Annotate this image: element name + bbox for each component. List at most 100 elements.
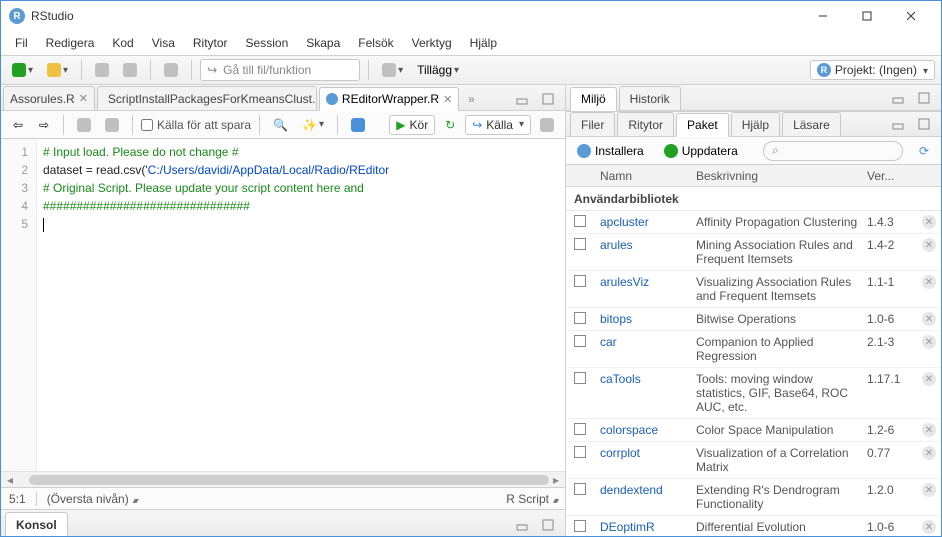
maximize-console-button[interactable] [537, 514, 559, 536]
package-checkbox[interactable] [574, 483, 586, 495]
package-checkbox[interactable] [574, 215, 586, 227]
new-project-button[interactable] [42, 59, 73, 81]
scroll-left-icon[interactable]: ◂ [3, 473, 17, 487]
remove-package-button[interactable]: ✕ [922, 335, 936, 349]
new-file-button[interactable] [7, 59, 38, 81]
menu-tools[interactable]: Verktyg [404, 34, 460, 52]
panel-layout-button[interactable] [377, 59, 408, 81]
code-tools-button[interactable]: ✨ [297, 114, 329, 136]
package-name-link[interactable]: colorspace [594, 423, 690, 437]
package-checkbox[interactable] [574, 312, 586, 324]
header-description[interactable]: Beskrivning [690, 169, 867, 183]
package-checkbox[interactable] [574, 446, 586, 458]
remove-package-button[interactable]: ✕ [922, 446, 936, 460]
print-button[interactable] [159, 59, 183, 81]
close-icon[interactable]: ✕ [79, 92, 88, 105]
update-packages-button[interactable]: Uppdatera [659, 140, 743, 162]
package-name-link[interactable]: bitops [594, 312, 690, 326]
menu-debug[interactable]: Felsök [350, 34, 401, 52]
tab-console[interactable]: Konsol [5, 512, 68, 536]
goto-file-function-input[interactable]: ↪ Gå till fil/funktion [200, 59, 360, 81]
remove-package-button[interactable]: ✕ [922, 275, 936, 289]
code-content[interactable]: # Input load. Please do not change # dat… [37, 139, 565, 237]
menu-edit[interactable]: Redigera [38, 34, 103, 52]
tab-history[interactable]: Historik [619, 86, 681, 110]
header-name[interactable]: Namn [594, 169, 690, 183]
close-button[interactable] [889, 2, 933, 30]
save-button[interactable] [100, 114, 124, 136]
remove-package-button[interactable]: ✕ [922, 483, 936, 497]
tab-plots[interactable]: Ritytor [617, 112, 674, 136]
menu-session[interactable]: Session [238, 34, 297, 52]
package-name-link[interactable]: arules [594, 238, 690, 252]
maximize-env-button[interactable] [913, 87, 935, 109]
source-tab-scriptinstall[interactable]: ScriptInstallPackagesForKmeansClust... ✕ [97, 86, 317, 110]
open-file-button[interactable] [90, 59, 114, 81]
show-in-new-window-button[interactable] [72, 114, 96, 136]
package-name-link[interactable]: apcluster [594, 215, 690, 229]
minimize-button[interactable] [801, 2, 845, 30]
maximize-pkg-button[interactable] [913, 113, 935, 135]
package-checkbox[interactable] [574, 423, 586, 435]
minimize-env-button[interactable] [887, 87, 909, 109]
close-icon[interactable]: ✕ [443, 93, 452, 106]
package-checkbox[interactable] [574, 275, 586, 287]
scope-selector[interactable]: (Översta nivån) [47, 492, 137, 506]
forward-button[interactable]: ⇨ [33, 114, 55, 136]
code-editor[interactable]: 1 2 3 4 5 # Input load. Please do not ch… [1, 139, 565, 471]
minimize-console-button[interactable] [511, 514, 533, 536]
addins-button[interactable]: Tillägg [412, 59, 464, 81]
scroll-right-icon[interactable]: ▸ [549, 473, 563, 487]
remove-package-button[interactable]: ✕ [922, 423, 936, 437]
save-all-button[interactable] [118, 59, 142, 81]
tab-viewer[interactable]: Läsare [782, 112, 841, 136]
package-name-link[interactable]: DEoptimR [594, 520, 690, 534]
tab-environment[interactable]: Miljö [570, 87, 617, 111]
menu-help[interactable]: Hjälp [462, 34, 505, 52]
remove-package-button[interactable]: ✕ [922, 215, 936, 229]
compile-report-button[interactable] [346, 114, 370, 136]
refresh-packages-button[interactable]: ⟳ [913, 140, 935, 162]
remove-package-button[interactable]: ✕ [922, 520, 936, 534]
minimize-pkg-button[interactable] [887, 113, 909, 135]
source-tab-assorules[interactable]: Assorules.R ✕ [3, 86, 95, 110]
menu-plots[interactable]: Ritytor [185, 34, 236, 52]
package-checkbox[interactable] [574, 372, 586, 384]
scroll-thumb[interactable] [29, 475, 549, 485]
menu-view[interactable]: Visa [144, 34, 183, 52]
maximize-button[interactable] [845, 2, 889, 30]
tab-files[interactable]: Filer [570, 112, 615, 136]
package-name-link[interactable]: caTools [594, 372, 690, 386]
tab-packages[interactable]: Paket [676, 113, 729, 137]
run-button[interactable]: ▶Kör [389, 115, 435, 135]
remove-package-button[interactable]: ✕ [922, 238, 936, 252]
package-name-link[interactable]: dendextend [594, 483, 690, 497]
outline-button[interactable] [535, 114, 559, 136]
package-checkbox[interactable] [574, 238, 586, 250]
find-button[interactable]: 🔍 [268, 114, 293, 136]
package-name-link[interactable]: car [594, 335, 690, 349]
remove-package-button[interactable]: ✕ [922, 312, 936, 326]
package-name-link[interactable]: arulesViz [594, 275, 690, 289]
package-checkbox[interactable] [574, 335, 586, 347]
tab-overflow-button[interactable]: » [461, 88, 481, 110]
minimize-pane-button[interactable] [511, 88, 533, 110]
package-name-link[interactable]: corrplot [594, 446, 690, 460]
install-packages-button[interactable]: Installera [572, 140, 649, 162]
source-script-button[interactable]: ↪Källa [465, 115, 531, 135]
menu-file[interactable]: Fil [7, 34, 36, 52]
language-selector[interactable]: R Script [506, 492, 557, 506]
project-button[interactable]: R Projekt: (Ingen) [810, 60, 935, 80]
menu-code[interactable]: Kod [104, 34, 141, 52]
source-tab-reditorwrapper[interactable]: REditorWrapper.R ✕ [319, 87, 459, 111]
tab-help[interactable]: Hjälp [731, 112, 780, 136]
maximize-pane-button[interactable] [537, 88, 559, 110]
source-on-save-checkbox[interactable] [141, 119, 153, 131]
back-button[interactable]: ⇦ [7, 114, 29, 136]
package-search-input[interactable]: ⌕ [763, 141, 903, 161]
menu-build[interactable]: Skapa [298, 34, 348, 52]
rerun-button[interactable]: ↻ [439, 114, 461, 136]
package-checkbox[interactable] [574, 520, 586, 532]
horizontal-scrollbar[interactable]: ◂ ▸ [1, 471, 565, 487]
header-version[interactable]: Ver... [867, 169, 917, 183]
